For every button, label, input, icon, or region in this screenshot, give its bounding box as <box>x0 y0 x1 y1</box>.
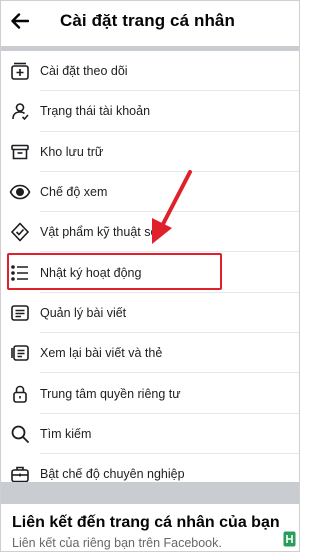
section-title: Liên kết đến trang cá nhân của bạn <box>12 514 280 531</box>
back-button[interactable] <box>2 0 38 42</box>
search-icon <box>9 423 31 445</box>
menu-item-review-posts-tags[interactable]: Xem lại bài viết và thẻ <box>0 333 300 374</box>
menu-item-label: Trạng thái tài khoản <box>40 104 151 119</box>
menu-item-label: Xem lại bài viết và thẻ <box>40 346 163 361</box>
posts-icon <box>9 302 31 324</box>
privacy-lock-icon <box>9 383 31 405</box>
menu-item-follow-settings[interactable]: Cài đặt theo dõi <box>0 51 300 92</box>
top-bar: Cài đặt trang cá nhân <box>0 0 300 42</box>
menu-item-label: Vật phẩm kỹ thuật số <box>40 225 158 240</box>
menu-item-label: Bật chế độ chuyên nghiệp <box>40 467 185 482</box>
section-divider <box>0 482 300 504</box>
archive-icon <box>9 141 31 163</box>
section-subtitle: Liên kết của riêng bạn trên Facebook. <box>12 536 222 550</box>
menu-item-account-status[interactable]: Trạng thái tài khoản <box>0 91 300 132</box>
watermark-logo-icon <box>283 531 296 547</box>
highlight-box <box>7 253 222 290</box>
review-posts-icon <box>9 342 31 364</box>
badge-check-icon <box>9 221 31 243</box>
menu-item-label: Cài đặt theo dõi <box>40 64 128 79</box>
eye-icon <box>9 181 31 203</box>
menu-item-archive[interactable]: Kho lưu trữ <box>0 132 300 172</box>
back-arrow-icon <box>11 13 29 29</box>
menu-item-search[interactable]: Tìm kiếm <box>0 414 300 454</box>
menu-item-label: Chế độ xem <box>40 185 108 200</box>
menu-item-label: Kho lưu trữ <box>40 144 104 159</box>
menu-item-label: Tìm kiếm <box>40 426 92 441</box>
page-title: Cài đặt trang cá nhân <box>60 11 235 30</box>
menu-item-manage-posts[interactable]: Quản lý bài viết <box>0 293 300 334</box>
annotation-arrow-icon <box>152 170 192 244</box>
menu-item-label: Quản lý bài viết <box>40 305 127 320</box>
follow-settings-icon <box>9 60 31 82</box>
account-status-icon <box>9 100 31 122</box>
menu-item-privacy-center[interactable]: Trung tâm quyền riêng tư <box>0 373 300 414</box>
menu-item-label: Trung tâm quyền riêng tư <box>40 386 181 401</box>
